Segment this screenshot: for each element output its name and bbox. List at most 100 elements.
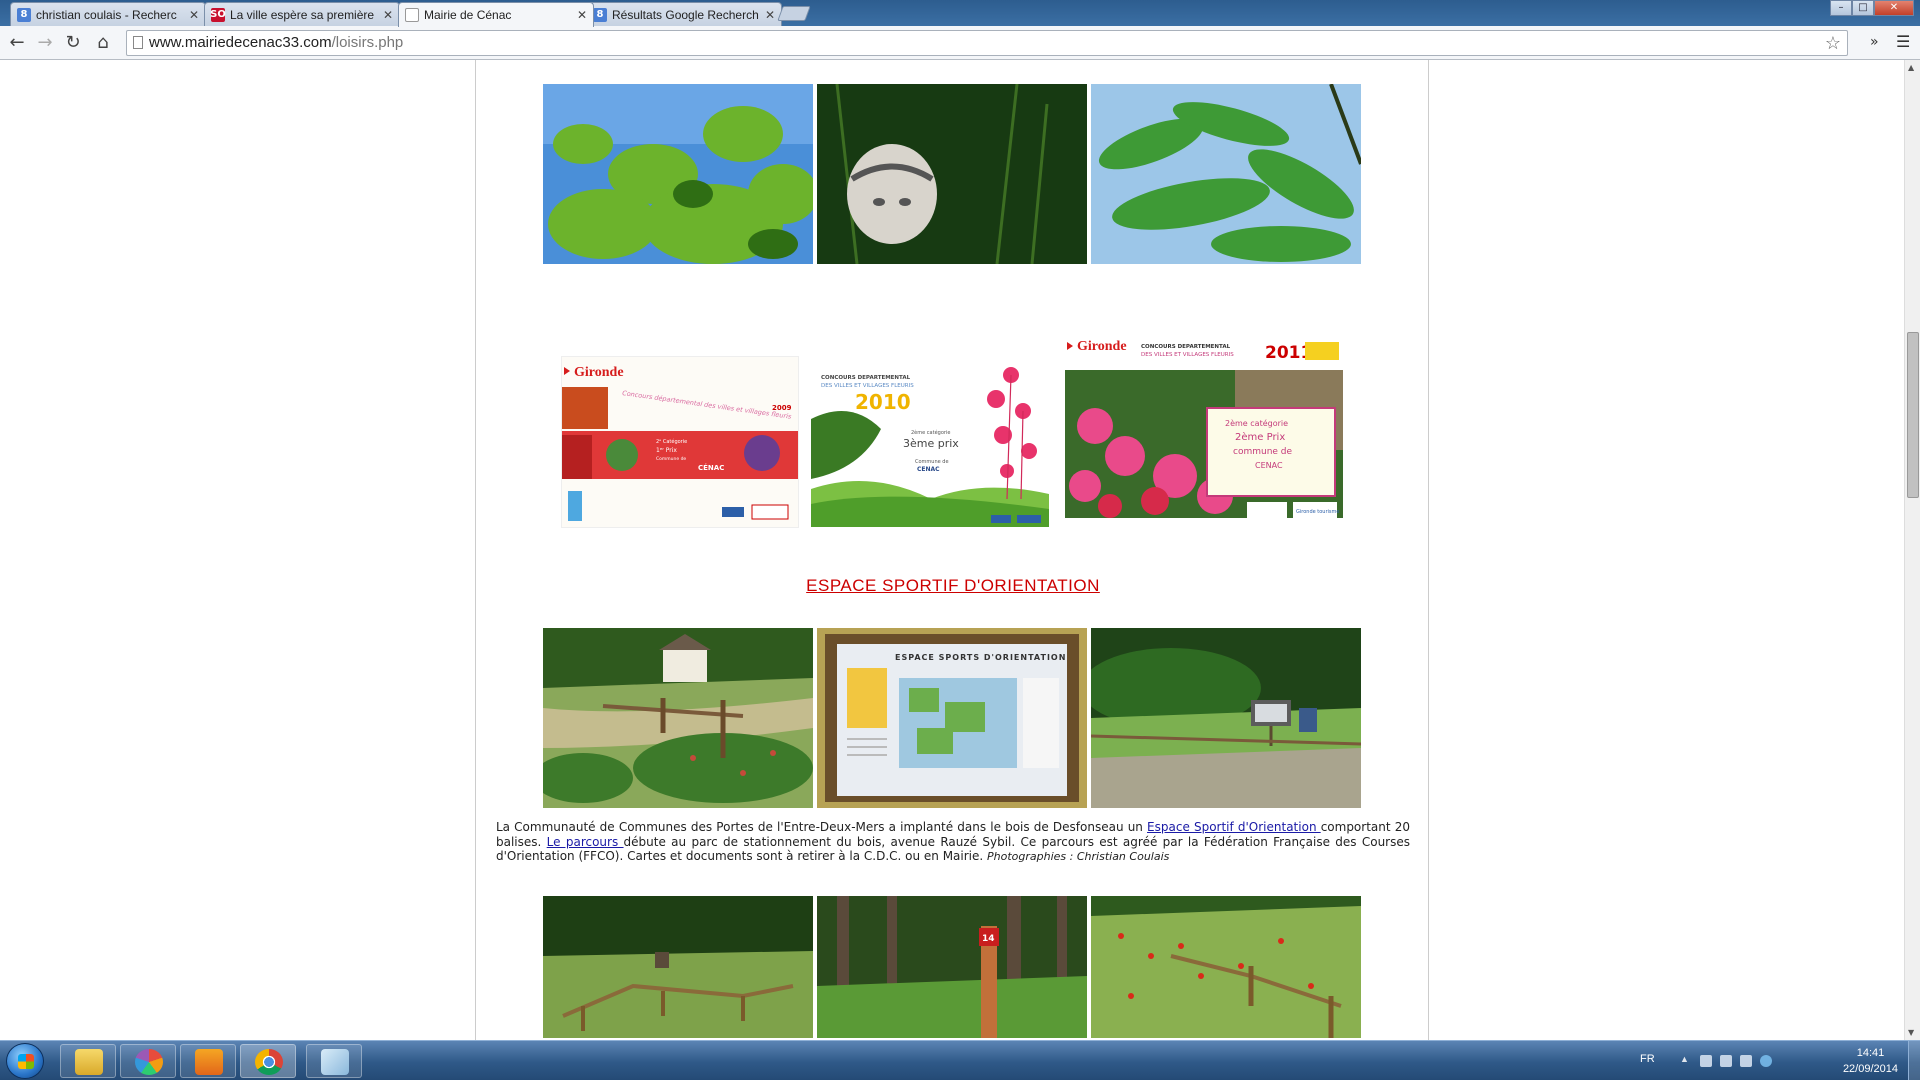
poster-category: 2ème catégorie — [911, 429, 950, 436]
scrollbar-thumb[interactable] — [1907, 332, 1919, 498]
photo-ginkgo-leaves[interactable] — [543, 84, 813, 264]
tab-sudouest[interactable]: SO La ville espère sa première ✕ — [204, 2, 400, 26]
photo-orientation-park-fence[interactable] — [543, 628, 813, 808]
page-content: Gironde Concours départemental des ville… — [475, 60, 1429, 1040]
tab-close-icon[interactable]: ✕ — [383, 8, 393, 22]
poster-title-line1: CONCOURS DEPARTEMENTAL — [821, 375, 911, 381]
para-text-1: La Communauté de Communes des Portes de … — [496, 820, 1148, 834]
photo-fern-branch[interactable] — [1091, 84, 1361, 264]
link-espace-sportif[interactable]: Espace Sportif d'Orientation — [1147, 820, 1321, 834]
clock-time: 14:41 — [1856, 1047, 1885, 1059]
page-icon — [133, 36, 143, 49]
minimize-button[interactable]: – — [1830, 0, 1852, 16]
poster-title-line2: DES VILLES ET VILLAGES FLEURIS — [821, 383, 914, 389]
url-host: www.mairiedecenac33.com — [149, 34, 332, 51]
scroll-up-arrow-icon[interactable]: ▲ — [1908, 63, 1914, 72]
orientation-description: La Communauté de Communes des Portes de … — [496, 820, 1410, 865]
poster-commune: CENAC — [917, 466, 940, 473]
poster-brand: Gironde — [574, 365, 624, 380]
language-indicator[interactable]: FR — [1640, 1053, 1655, 1065]
page-viewport: Gironde Concours départemental des ville… — [0, 60, 1904, 1040]
poster-category: 2ème catégorie — [1225, 418, 1288, 428]
poster-commune-label: Commune de — [915, 459, 949, 465]
tab-label: Mairie de Cénac — [424, 8, 512, 22]
photo-orientation-info-panel[interactable]: ESPACE SPORTS D'ORIENTATION — [817, 628, 1087, 808]
forward-arrow-icon[interactable]: → — [34, 32, 56, 54]
poster-commune-line1: commune de — [1233, 447, 1293, 457]
sudouest-icon: SO — [210, 7, 226, 22]
picasa-icon[interactable] — [120, 1044, 176, 1078]
poster-2011[interactable]: Gironde CONCOURS DEPARTEMENTAL DES VILLE… — [1065, 336, 1343, 524]
menu-icon[interactable]: ☰ — [1896, 32, 1910, 51]
close-window-button[interactable]: ✕ — [1874, 0, 1914, 16]
poster-prize: 1ᵉʳ Prix — [656, 447, 677, 454]
poster-prize: 3ème prix — [903, 437, 959, 450]
browser-tab-strip: 8 christian coulais - Recherc ✕ SO La vi… — [0, 0, 1920, 27]
tray-expand-arrow-icon[interactable]: ▲ — [1680, 1054, 1692, 1066]
tab-christian-coulais[interactable]: 8 christian coulais - Recherc ✕ — [10, 2, 206, 26]
poster-title-line1: CONCOURS DEPARTEMENTAL — [1141, 344, 1231, 350]
link-le-parcours[interactable]: Le parcours — [547, 835, 624, 849]
home-icon[interactable]: ⌂ — [92, 32, 114, 54]
system-tray: FR ▲ 14:41 22/09/2014 — [1640, 1041, 1920, 1080]
poster-commune: CÉNAC — [698, 463, 724, 472]
bookmark-star-icon[interactable]: ☆ — [1825, 31, 1841, 55]
update-globe-icon[interactable] — [1760, 1055, 1772, 1067]
new-tab-button[interactable] — [777, 6, 811, 21]
photo-marker-post-woods[interactable]: 14 — [817, 896, 1087, 1038]
poster-commune-label: Commune de — [656, 456, 686, 462]
reload-icon[interactable]: ↻ — [62, 32, 84, 54]
poster-category: 2ᵉ Catégorie — [656, 438, 687, 445]
browser-toolbar: ← → ↻ ⌂ www.mairiedecenac33.com/loisirs.… — [0, 26, 1920, 60]
google-g-icon: 8 — [17, 7, 31, 22]
tab-close-icon[interactable]: ✕ — [765, 8, 775, 22]
system-clock[interactable]: 14:41 22/09/2014 — [1843, 1045, 1898, 1077]
poster-commune: CENAC — [1255, 461, 1283, 470]
network-icon[interactable] — [1720, 1055, 1732, 1067]
extensions-chevron-icon[interactable]: » — [1870, 34, 1879, 50]
tab-label: christian coulais - Recherc — [36, 7, 177, 22]
maximize-button[interactable]: □ — [1852, 0, 1874, 16]
poster-prize: 2ème Prix — [1235, 431, 1285, 443]
start-button[interactable] — [6, 1043, 44, 1079]
poster-year: 2009 — [772, 404, 792, 412]
chrome-icon[interactable] — [240, 1044, 296, 1078]
poster-logo-tourisme: Gironde tourisme — [1296, 509, 1339, 515]
marker-post-label: 14 — [982, 934, 995, 944]
tab-label: La ville espère sa première — [230, 7, 375, 22]
back-arrow-icon[interactable]: ← — [6, 32, 28, 54]
show-desktop-button[interactable] — [1908, 1041, 1920, 1080]
media-player-icon[interactable] — [180, 1044, 236, 1078]
photo-forest-clearing-fence[interactable] — [543, 896, 813, 1038]
tab-mairie-de-cenac[interactable]: Mairie de Cénac ✕ — [398, 2, 594, 27]
action-center-flag-icon[interactable] — [1700, 1055, 1712, 1067]
photo-orientation-clearing-sign[interactable] — [1091, 628, 1361, 808]
photo-poppies-fence[interactable] — [1091, 896, 1361, 1038]
poster-year: 2010 — [855, 390, 911, 414]
photo-wooden-ball-sculpture[interactable] — [817, 84, 1087, 264]
windows-taskbar: FR ▲ 14:41 22/09/2014 — [0, 1040, 1920, 1080]
scroll-down-arrow-icon[interactable]: ▼ — [1908, 1028, 1914, 1037]
page-icon — [405, 8, 419, 22]
photo-credit: Photographies : Christian Coulais — [987, 850, 1170, 863]
clock-date: 22/09/2014 — [1842, 1063, 1898, 1075]
notepad-icon[interactable] — [306, 1044, 362, 1078]
poster-2010[interactable]: CONCOURS DEPARTEMENTAL DES VILLES ET VIL… — [811, 359, 1049, 527]
tab-google-results[interactable]: 8 Résultats Google Recherch ✕ — [586, 2, 782, 26]
window-controls: – □ ✕ — [1830, 0, 1914, 16]
section-title-orientation[interactable]: ESPACE SPORTIF D'ORIENTATION — [476, 576, 1430, 596]
poster-2009[interactable]: Gironde Concours départemental des ville… — [561, 356, 799, 528]
address-bar[interactable]: www.mairiedecenac33.com/loisirs.php ☆ — [126, 30, 1848, 56]
panel-sign-title: ESPACE SPORTS D'ORIENTATION — [895, 653, 1066, 662]
tab-close-icon[interactable]: ✕ — [577, 8, 587, 22]
para-text-3: débute au parc de stationnement du bois,… — [496, 834, 1411, 864]
google-g-icon: 8 — [593, 7, 607, 22]
poster-brand: Gironde — [1077, 339, 1127, 354]
tab-label: Résultats Google Recherch — [612, 7, 759, 22]
tab-close-icon[interactable]: ✕ — [189, 8, 199, 22]
url-path: /loisirs.php — [331, 34, 404, 51]
volume-icon[interactable] — [1740, 1055, 1752, 1067]
poster-title-line2: DES VILLES ET VILLAGES FLEURIS — [1141, 352, 1234, 358]
vertical-scrollbar[interactable]: ▲ ▼ — [1904, 60, 1920, 1040]
explorer-folder-icon[interactable] — [60, 1044, 116, 1078]
